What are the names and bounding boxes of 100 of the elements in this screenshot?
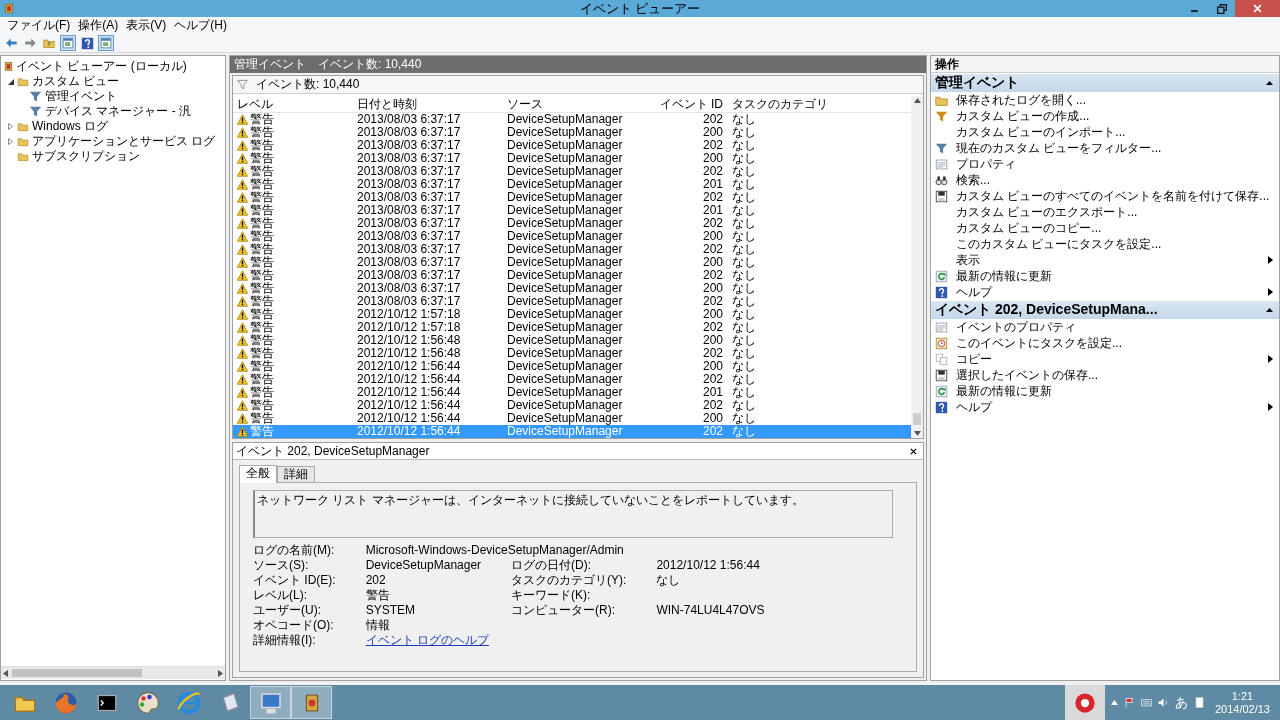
warning-icon xyxy=(237,400,248,411)
action-item[interactable]: プロパティ xyxy=(931,156,1279,172)
action-item[interactable]: カスタム ビューのコピー... xyxy=(931,220,1279,236)
action-item[interactable]: コピー xyxy=(931,351,1279,367)
field-value: 警告 xyxy=(365,588,390,602)
horizontal-scrollbar[interactable] xyxy=(1,666,225,679)
action-item[interactable]: イベントのプロパティ xyxy=(931,319,1279,335)
tray-app-button[interactable] xyxy=(1064,685,1105,720)
table-cell: 警告 xyxy=(250,295,274,308)
action-item[interactable]: 最新の情報に更新 xyxy=(931,383,1279,399)
action-item[interactable]: 選択したイベントの保存... xyxy=(931,367,1279,383)
funnel-icon xyxy=(29,105,42,118)
menu-item[interactable]: ファイル(F) xyxy=(3,17,75,34)
funnel-icon xyxy=(237,79,248,90)
close-button[interactable] xyxy=(1235,0,1280,17)
toolbar-button[interactable] xyxy=(98,35,114,51)
table-cell-text: なし xyxy=(731,425,757,438)
table-cell-text: DeviceSetupManager xyxy=(506,347,624,360)
warning-icon xyxy=(237,361,248,372)
tree-item[interactable]: デバイス マネージャー - 汎 xyxy=(45,103,191,120)
action-item[interactable]: このイベントにタスクを設定... xyxy=(931,335,1279,351)
tree-item[interactable]: アプリケーションとサービス ログ xyxy=(32,133,216,150)
table-cell-text: DeviceSetupManager xyxy=(506,256,624,269)
table-cell-text: 2013/08/03 6:37:17 xyxy=(356,269,462,282)
warning-icon xyxy=(237,231,248,242)
scroll-thumb[interactable] xyxy=(913,413,921,425)
action-item[interactable]: カスタム ビューのインポート... xyxy=(931,124,1279,140)
action-item[interactable]: ヘルプ xyxy=(931,399,1279,415)
table-cell-text: DeviceSetupManager xyxy=(506,269,624,282)
tree-item[interactable]: Windows ログ xyxy=(32,118,108,135)
toolbar-button[interactable] xyxy=(79,35,95,51)
action-item[interactable]: 検索... xyxy=(931,172,1279,188)
expand-arrow-icon[interactable] xyxy=(8,123,13,130)
scroll-thumb[interactable] xyxy=(12,669,142,677)
action-item[interactable]: カスタム ビューのすべてのイベントを名前を付けて保存... xyxy=(931,188,1279,204)
action-item[interactable]: 現在のカスタム ビューをフィルター... xyxy=(931,140,1279,156)
funnel-icon xyxy=(935,141,948,155)
column-header[interactable]: タスクのカテゴリ xyxy=(728,96,911,112)
tab[interactable]: 詳細 xyxy=(277,466,315,482)
menu-item[interactable]: ヘルプ(H) xyxy=(170,17,231,34)
action-item[interactable]: 表示 xyxy=(931,252,1279,268)
taskbar-button[interactable] xyxy=(291,686,332,719)
action-item[interactable]: カスタム ビューのエクスポート... xyxy=(931,204,1279,220)
warning-icon xyxy=(237,127,248,138)
warning-icon xyxy=(237,153,248,164)
action-item[interactable]: 保存されたログを開く... xyxy=(931,92,1279,108)
tree-item[interactable]: サブスクリプション xyxy=(32,148,140,165)
field-label: レベル(L): xyxy=(253,588,307,602)
table-cell-text: 2013/08/03 6:37:17 xyxy=(356,113,462,126)
table-cell-text: なし xyxy=(731,321,757,334)
table-cell-text: 2012/10/12 1:56:48 xyxy=(356,334,462,347)
table-cell-text: なし xyxy=(731,243,757,256)
warning-icon xyxy=(237,257,248,268)
action-item[interactable]: 最新の情報に更新 xyxy=(931,268,1279,284)
section-header[interactable]: 管理イベント xyxy=(931,74,1279,92)
menu-item[interactable]: 表示(V) xyxy=(122,17,171,34)
table-cell-text: なし xyxy=(731,399,757,412)
tab[interactable]: 全般 xyxy=(239,465,277,483)
speaker-icon xyxy=(1157,697,1169,708)
action-item[interactable]: ヘルプ xyxy=(931,284,1279,300)
tree-item[interactable]: カスタム ビュー xyxy=(32,73,120,90)
tree-item[interactable]: 管理イベント xyxy=(45,88,117,105)
section-header[interactable]: イベント 202, DeviceSetupMana... xyxy=(931,301,1279,319)
table-cell-text: なし xyxy=(731,165,757,178)
column-header[interactable]: イベント ID xyxy=(643,96,728,112)
collapse-arrow-icon[interactable] xyxy=(7,78,14,85)
warning-icon xyxy=(237,166,248,177)
clock[interactable]: 1:21 2014/02/13 xyxy=(1210,689,1274,716)
table-cell-text: なし xyxy=(731,139,757,152)
table-cell: 警告 xyxy=(250,230,274,243)
toolbar-button[interactable] xyxy=(60,35,76,51)
column-header[interactable]: 日付と時刻 xyxy=(353,96,503,112)
actions-header: 操作 xyxy=(931,56,1279,73)
ime-indicator[interactable]: あ xyxy=(1174,693,1188,712)
warning-icon xyxy=(237,192,248,203)
table-cell: 警告 xyxy=(250,217,274,230)
tree-item[interactable]: イベント ビューアー (ローカル) xyxy=(16,58,187,75)
funnel-icon xyxy=(935,109,948,123)
action-item[interactable]: このカスタム ビューにタスクを設定... xyxy=(931,236,1279,252)
table-cell-text: 200 xyxy=(701,412,724,425)
funnel-icon xyxy=(29,90,42,103)
expand-arrow-icon[interactable] xyxy=(8,138,13,145)
column-header[interactable]: レベル xyxy=(233,96,353,112)
column-header[interactable]: ソース xyxy=(503,96,643,112)
help-link[interactable]: イベント ログのヘルプ xyxy=(365,633,489,647)
table-cell: 警告 xyxy=(250,347,274,360)
table-cell-text: 200 xyxy=(701,334,724,347)
app-icon xyxy=(4,2,14,15)
warning-icon xyxy=(237,335,248,346)
table-cell: 警告 xyxy=(250,139,274,152)
table-cell-text: 202 xyxy=(701,269,724,282)
table-cell-text: なし xyxy=(731,178,757,191)
menu-item[interactable]: 操作(A) xyxy=(74,17,123,34)
table-cell-text: 200 xyxy=(701,126,724,139)
action-item[interactable]: カスタム ビューの作成... xyxy=(931,108,1279,124)
table-cell-text: 2012/10/12 1:56:44 xyxy=(356,399,462,412)
warning-icon xyxy=(237,140,248,151)
vertical-scrollbar[interactable] xyxy=(911,96,923,438)
clock-time: 1:21 xyxy=(1231,689,1254,703)
table-cell-text: 202 xyxy=(701,165,724,178)
